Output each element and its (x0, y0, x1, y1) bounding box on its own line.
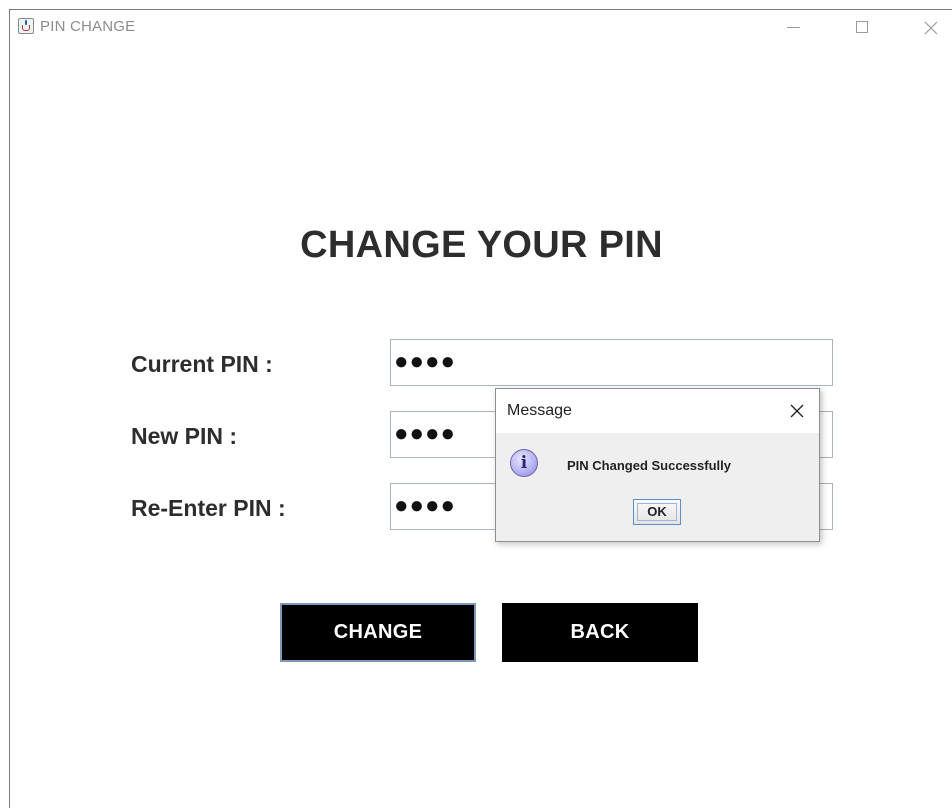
dialog-message: PIN Changed Successfully (567, 458, 731, 473)
maximize-button[interactable] (840, 12, 886, 42)
minimize-button[interactable] (770, 12, 816, 42)
title-bar: PIN CHANGE (10, 10, 952, 46)
window-title: PIN CHANGE (40, 18, 136, 35)
java-cup-icon (18, 18, 34, 34)
dialog-title-bar: Message (496, 389, 819, 433)
dialog-title: Message (507, 402, 572, 419)
info-icon: i (510, 449, 538, 477)
close-icon (790, 404, 804, 418)
dialog-close-button[interactable] (789, 403, 805, 419)
page-title: CHANGE YOUR PIN (300, 224, 663, 266)
new-pin-label: New PIN : (131, 423, 238, 449)
current-pin-field[interactable]: ●●●● (390, 339, 833, 386)
current-pin-label: Current PIN : (131, 351, 273, 377)
reenter-pin-label: Re-Enter PIN : (131, 495, 286, 521)
close-icon (924, 21, 938, 35)
change-button[interactable]: CHANGE (280, 603, 476, 662)
close-window-button[interactable] (907, 12, 952, 42)
message-dialog: Message i PIN Changed Successfully OK (495, 388, 820, 542)
ok-button[interactable]: OK (633, 499, 681, 525)
back-button[interactable]: BACK (502, 603, 698, 662)
